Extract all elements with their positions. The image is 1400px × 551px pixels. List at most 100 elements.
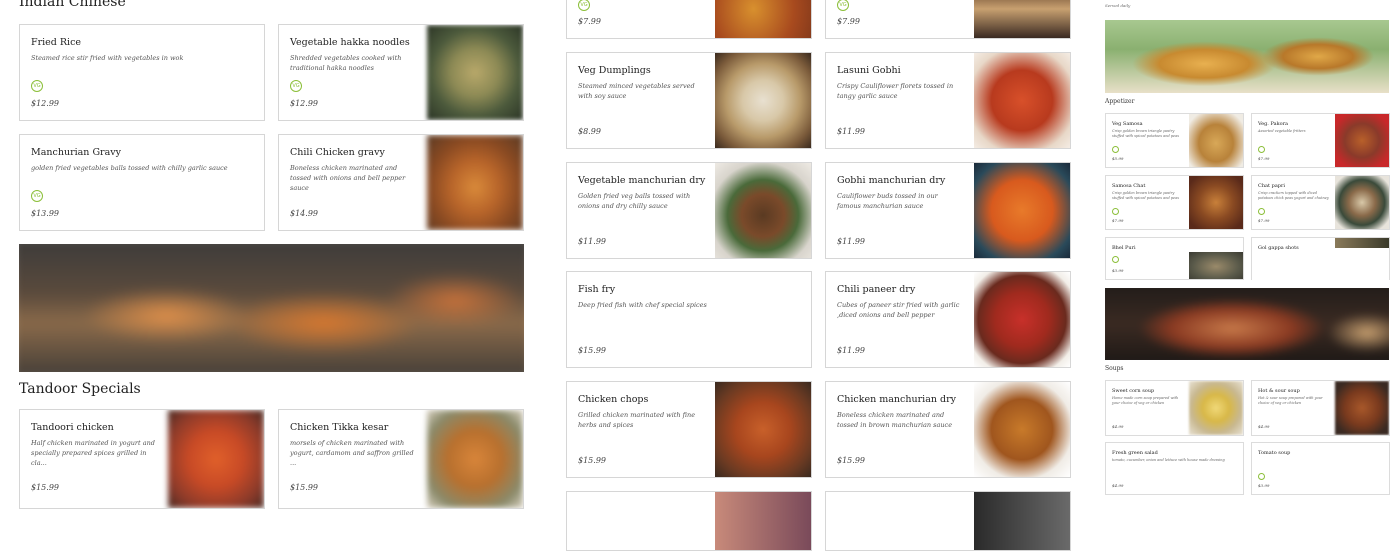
samosa-photo [1189,114,1243,167]
chili-chicken-photo [427,135,523,230]
sweet-corn-soup-photo [1189,381,1243,435]
item-description: Cauliflower buds tossed in our famous ma… [837,192,938,210]
item-price: $15.99 [290,483,318,492]
menu-item-card[interactable]: Chicken manchurian dry Boneless chicken … [825,381,1071,478]
veg-manchurian-photo [715,163,811,258]
item-name: Manchurian Gravy [31,147,121,158]
menu-item-card[interactable]: Lasuni Gobhi Crispy Cauliflower florets … [825,52,1071,149]
menu-item-card[interactable]: Chat papri Crisp crackers topped with di… [1251,175,1390,230]
menu-item-card[interactable]: Veg Samosa Crisp golden brown triangle p… [1105,113,1244,168]
item-price: $3.99 [1112,268,1124,273]
item-name: Vegetable hakka noodles [290,37,410,48]
item-price: $5.99 [1112,156,1124,161]
menu-item-card[interactable]: Tomato soup $3.99 [1251,442,1390,495]
item-name: Veg. Pakora [1258,121,1289,127]
item-name: Bhel Puri [1112,245,1136,251]
pakora-photo [1335,114,1389,167]
item-name: Chicken chops [578,394,649,405]
vegan-icon: VG [31,80,43,92]
menu-item-card[interactable]: Tandoori chicken Half chicken marinated … [19,409,265,509]
menu-item-card[interactable]: Vegetable hakka noodles Shredded vegetab… [278,24,524,121]
menu-item-card[interactable]: Samosa Chat Crisp golden brown triangle … [1105,175,1244,230]
menu-item-card[interactable]: Fried Rice Steamed rice stir fried with … [19,24,265,121]
item-name: Samosa Chat [1112,183,1146,189]
menu-item-card[interactable]: Sweet corn soup Home made corn soup prep… [1105,380,1244,436]
item-price: $12.99 [31,99,59,108]
item-name: Tandoori chicken [31,422,114,433]
section-title-indian-chinese: Indian Chinese [19,0,126,10]
tandoori-chicken-photo [168,410,264,508]
menu-item-card[interactable] [825,491,1071,551]
vegan-icon: VG [290,80,302,92]
menu-item-card[interactable]: Chili paneer dry Cubes of paneer stir fr… [825,271,1071,368]
item-description: Crispy Cauliflower florets tossed in tan… [837,82,954,100]
item-description: Home made corn soup prepared with your c… [1112,396,1179,405]
menu-item-card[interactable]: Bhel Puri $3.99 [1105,237,1244,280]
chat-papri-photo [1335,176,1389,229]
item-price: $7.99 [837,17,860,26]
item-description: Half chicken marinated in yogurt and spe… [31,439,155,467]
item-price: $15.99 [837,456,865,465]
food-photo [974,492,1070,550]
menu-item-card[interactable]: Vegetable manchurian dry Golden fried ve… [566,162,812,259]
gobhi-manchurian-photo [974,163,1070,258]
vegan-icon [1112,208,1119,215]
item-description: Steamed rice stir fried with vegetables … [31,54,184,62]
menu-item-card[interactable]: Chili Chicken gravy Boneless chicken mar… [278,134,524,231]
bhel-puri-photo [1189,252,1243,279]
item-price: $14.99 [290,209,318,218]
item-price: $11.99 [578,237,606,246]
item-price: $11.99 [837,127,865,136]
item-name: Gol gappa shots [1258,245,1299,251]
chicken-tikka-photo [427,410,523,508]
item-name: Tomato soup [1258,450,1291,456]
menu-item-card[interactable]: Chicken Tikka kesar morsels of chicken m… [278,409,524,509]
item-price: $7.99 [1112,218,1124,223]
item-price: $7.99 [1258,156,1270,161]
menu-item-card[interactable]: Veg. Pakora Assorted vegetable fritters … [1251,113,1390,168]
section-title-tandoor-specials: Tandoor Specials [19,381,141,397]
tandoor-banner-image [19,244,524,372]
menu-item-card[interactable]: Chicken chops Grilled chicken marinated … [566,381,812,478]
vegan-icon [1258,208,1265,215]
item-price: $15.99 [31,483,59,492]
item-description: Crisp crackers topped with diced potatoe… [1258,191,1329,200]
menu-item-card[interactable]: Gobhi manchurian dry Cauliflower buds to… [825,162,1071,259]
item-price: $7.99 [1258,218,1270,223]
menu-item-card[interactable] [566,491,812,551]
item-name: Fried Rice [31,37,82,48]
item-price: $15.99 [578,456,606,465]
vegan-icon [1112,256,1119,263]
item-description: Crisp golden brown triangle pastry stuff… [1112,191,1180,200]
chicken-manchurian-photo [974,382,1070,477]
hot-sour-soup-photo [1335,381,1389,435]
item-price: $4.99 [1258,424,1270,429]
menu-item-card[interactable]: Veg Dumplings Steamed minced vegetables … [566,52,812,149]
vegan-icon [1258,146,1265,153]
appetizer-banner-image [1105,20,1389,93]
item-price: $15.99 [578,346,606,355]
vegan-icon [1112,146,1119,153]
menu-item-card[interactable]: Hot & sour soup Hot & sour soup prepared… [1251,380,1390,436]
menu-item-card[interactable]: VG $7.99 [566,0,812,39]
item-name: Veg Samosa [1112,121,1143,127]
item-price: $8.99 [578,127,601,136]
item-name: Chili Chicken gravy [290,147,385,158]
item-description: Hot & sour soup prepared with your choic… [1258,396,1323,405]
item-name: Veg Dumplings [578,65,651,76]
item-description: Assorted vegetable fritters [1258,129,1306,133]
menu-item-card[interactable]: Manchurian Gravy golden fried vegetables… [19,134,265,231]
item-name: Fresh green salad [1112,450,1158,456]
menu-item-card[interactable]: Fish fry Deep fried fish with chef speci… [566,271,812,368]
served-daily-text: Served daily [1105,3,1131,8]
item-name: Fish fry [578,284,616,295]
menu-item-card[interactable]: Gol gappa shots [1251,237,1390,280]
item-description: morsels of chicken marinated with yogurt… [290,439,414,467]
soups-title: Soups [1105,365,1124,372]
menu-item-card[interactable]: Fresh green salad tomato, cucumber, onio… [1105,442,1244,495]
menu-item-card[interactable]: VG $7.99 [825,0,1071,39]
item-price: $12.99 [290,99,318,108]
soups-banner-image [1105,288,1389,360]
item-description: Boneless chicken marinated and tossed in… [837,411,953,429]
item-price: $4.99 [1112,424,1124,429]
